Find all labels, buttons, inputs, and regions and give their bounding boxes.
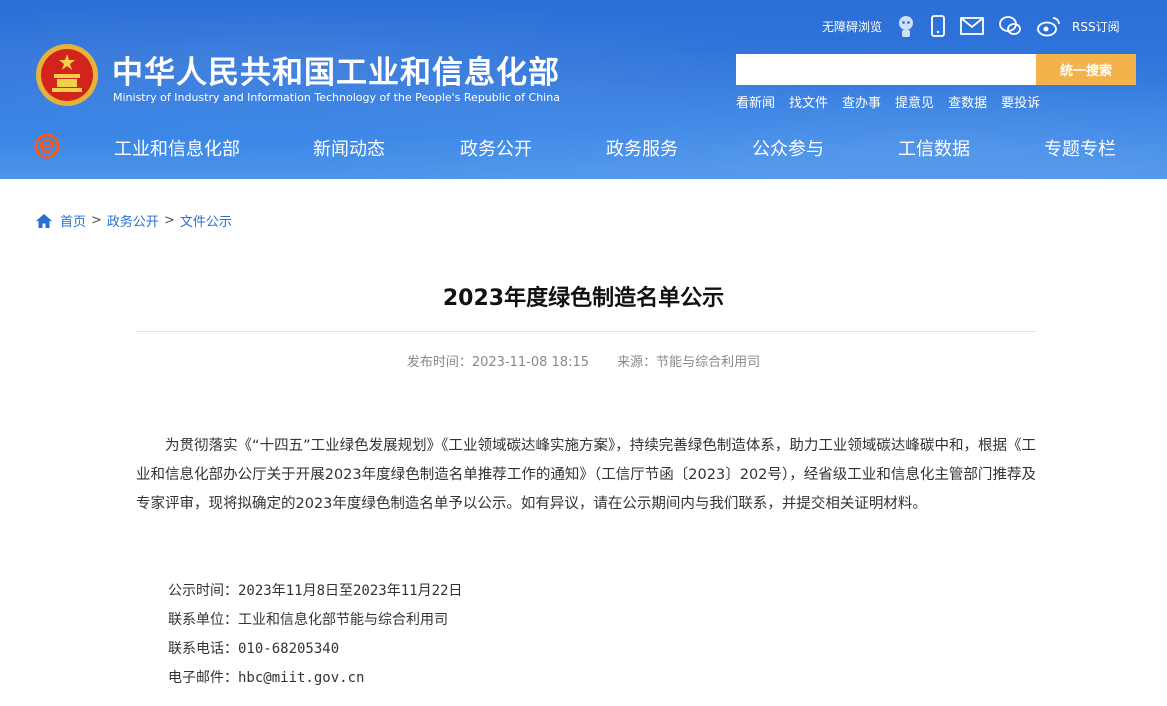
mail-icon[interactable] xyxy=(960,17,984,35)
e-logo-icon[interactable] xyxy=(34,133,60,159)
quick-link-complaint[interactable]: 要投诉 xyxy=(1001,92,1040,111)
nav-item-gov-affairs[interactable]: 政务公开 xyxy=(460,135,532,161)
breadcrumb: 首页 > 政务公开 > 文件公示 xyxy=(36,211,232,230)
site-title-en: Ministry of Industry and Information Tec… xyxy=(113,91,560,104)
title-divider xyxy=(136,331,1036,332)
nav-item-topics[interactable]: 专题专栏 xyxy=(1044,135,1116,161)
quick-link-services[interactable]: 查办事 xyxy=(842,92,881,111)
article-meta: 发布时间：2023-11-08 18:15 来源：节能与综合利用司 xyxy=(0,351,1167,370)
contact-info: 公示时间：2023年11月8日至2023年11月22日 联系单位：工业和信息化部… xyxy=(168,577,462,693)
article-source: 来源：节能与综合利用司 xyxy=(617,355,761,370)
quick-link-feedback[interactable]: 提意见 xyxy=(895,92,934,111)
main-nav: 工业和信息化部 新闻动态 政务公开 政务服务 公众参与 工信数据 专题专栏 xyxy=(0,123,1167,171)
nav-item-participation[interactable]: 公众参与 xyxy=(752,135,824,161)
article-title: 2023年度绿色制造名单公示 xyxy=(442,286,725,311)
home-icon[interactable] xyxy=(36,213,52,228)
nav-item-ministry[interactable]: 工业和信息化部 xyxy=(114,135,240,161)
quick-links: 看新闻 找文件 查办事 提意见 查数据 要投诉 xyxy=(736,92,1054,111)
search-input[interactable] xyxy=(736,54,1036,85)
quick-link-docs[interactable]: 找文件 xyxy=(789,92,828,111)
breadcrumb-file-notice[interactable]: 文件公示 xyxy=(180,211,232,230)
breadcrumb-gov-affairs[interactable]: 政务公开 xyxy=(107,211,159,230)
site-header: 中华人民共和国工业和信息化部 Ministry of Industry and … xyxy=(0,0,1167,179)
accessibility-link[interactable]: 无障碍浏览 xyxy=(822,18,882,35)
top-utility-links: 无障碍浏览 RSS订阅 xyxy=(822,13,1120,39)
robot-assistant-icon[interactable] xyxy=(896,14,916,38)
search-button[interactable]: 统一搜索 xyxy=(1036,54,1136,85)
quick-link-data[interactable]: 查数据 xyxy=(948,92,987,111)
nav-item-news[interactable]: 新闻动态 xyxy=(313,135,385,161)
nav-item-data[interactable]: 工信数据 xyxy=(898,135,970,161)
national-emblem-icon[interactable] xyxy=(34,42,100,108)
wechat-icon[interactable] xyxy=(998,15,1022,37)
breadcrumb-home[interactable]: 首页 xyxy=(60,211,86,230)
breadcrumb-separator: > xyxy=(91,213,102,228)
site-title-cn[interactable]: 中华人民共和国工业和信息化部 xyxy=(112,47,560,92)
quick-link-news[interactable]: 看新闻 xyxy=(736,92,775,111)
publish-time: 发布时间：2023-11-08 18:15 xyxy=(406,355,589,370)
breadcrumb-separator: > xyxy=(163,213,175,228)
nav-item-services[interactable]: 政务服务 xyxy=(606,135,678,161)
article-paragraph: 为贯彻落实《“十四五”工业绿色发展规划》《工业领域碳达峰实施方案》，持续完善绿色… xyxy=(136,438,1036,512)
rss-link[interactable]: RSS订阅 xyxy=(1072,18,1120,35)
contact-email: 电子邮件：hbc@miit.gov.cn xyxy=(168,670,365,686)
weibo-icon[interactable] xyxy=(1036,15,1062,37)
mobile-icon[interactable] xyxy=(930,15,946,37)
contact-phone: 联系电话：010-68205340 xyxy=(168,641,340,657)
notice-period: 公示时间：2023年11月8日至2023年11月22日 xyxy=(168,583,463,599)
contact-unit: 联系单位：工业和信息化部节能与综合利用司 xyxy=(168,612,448,628)
